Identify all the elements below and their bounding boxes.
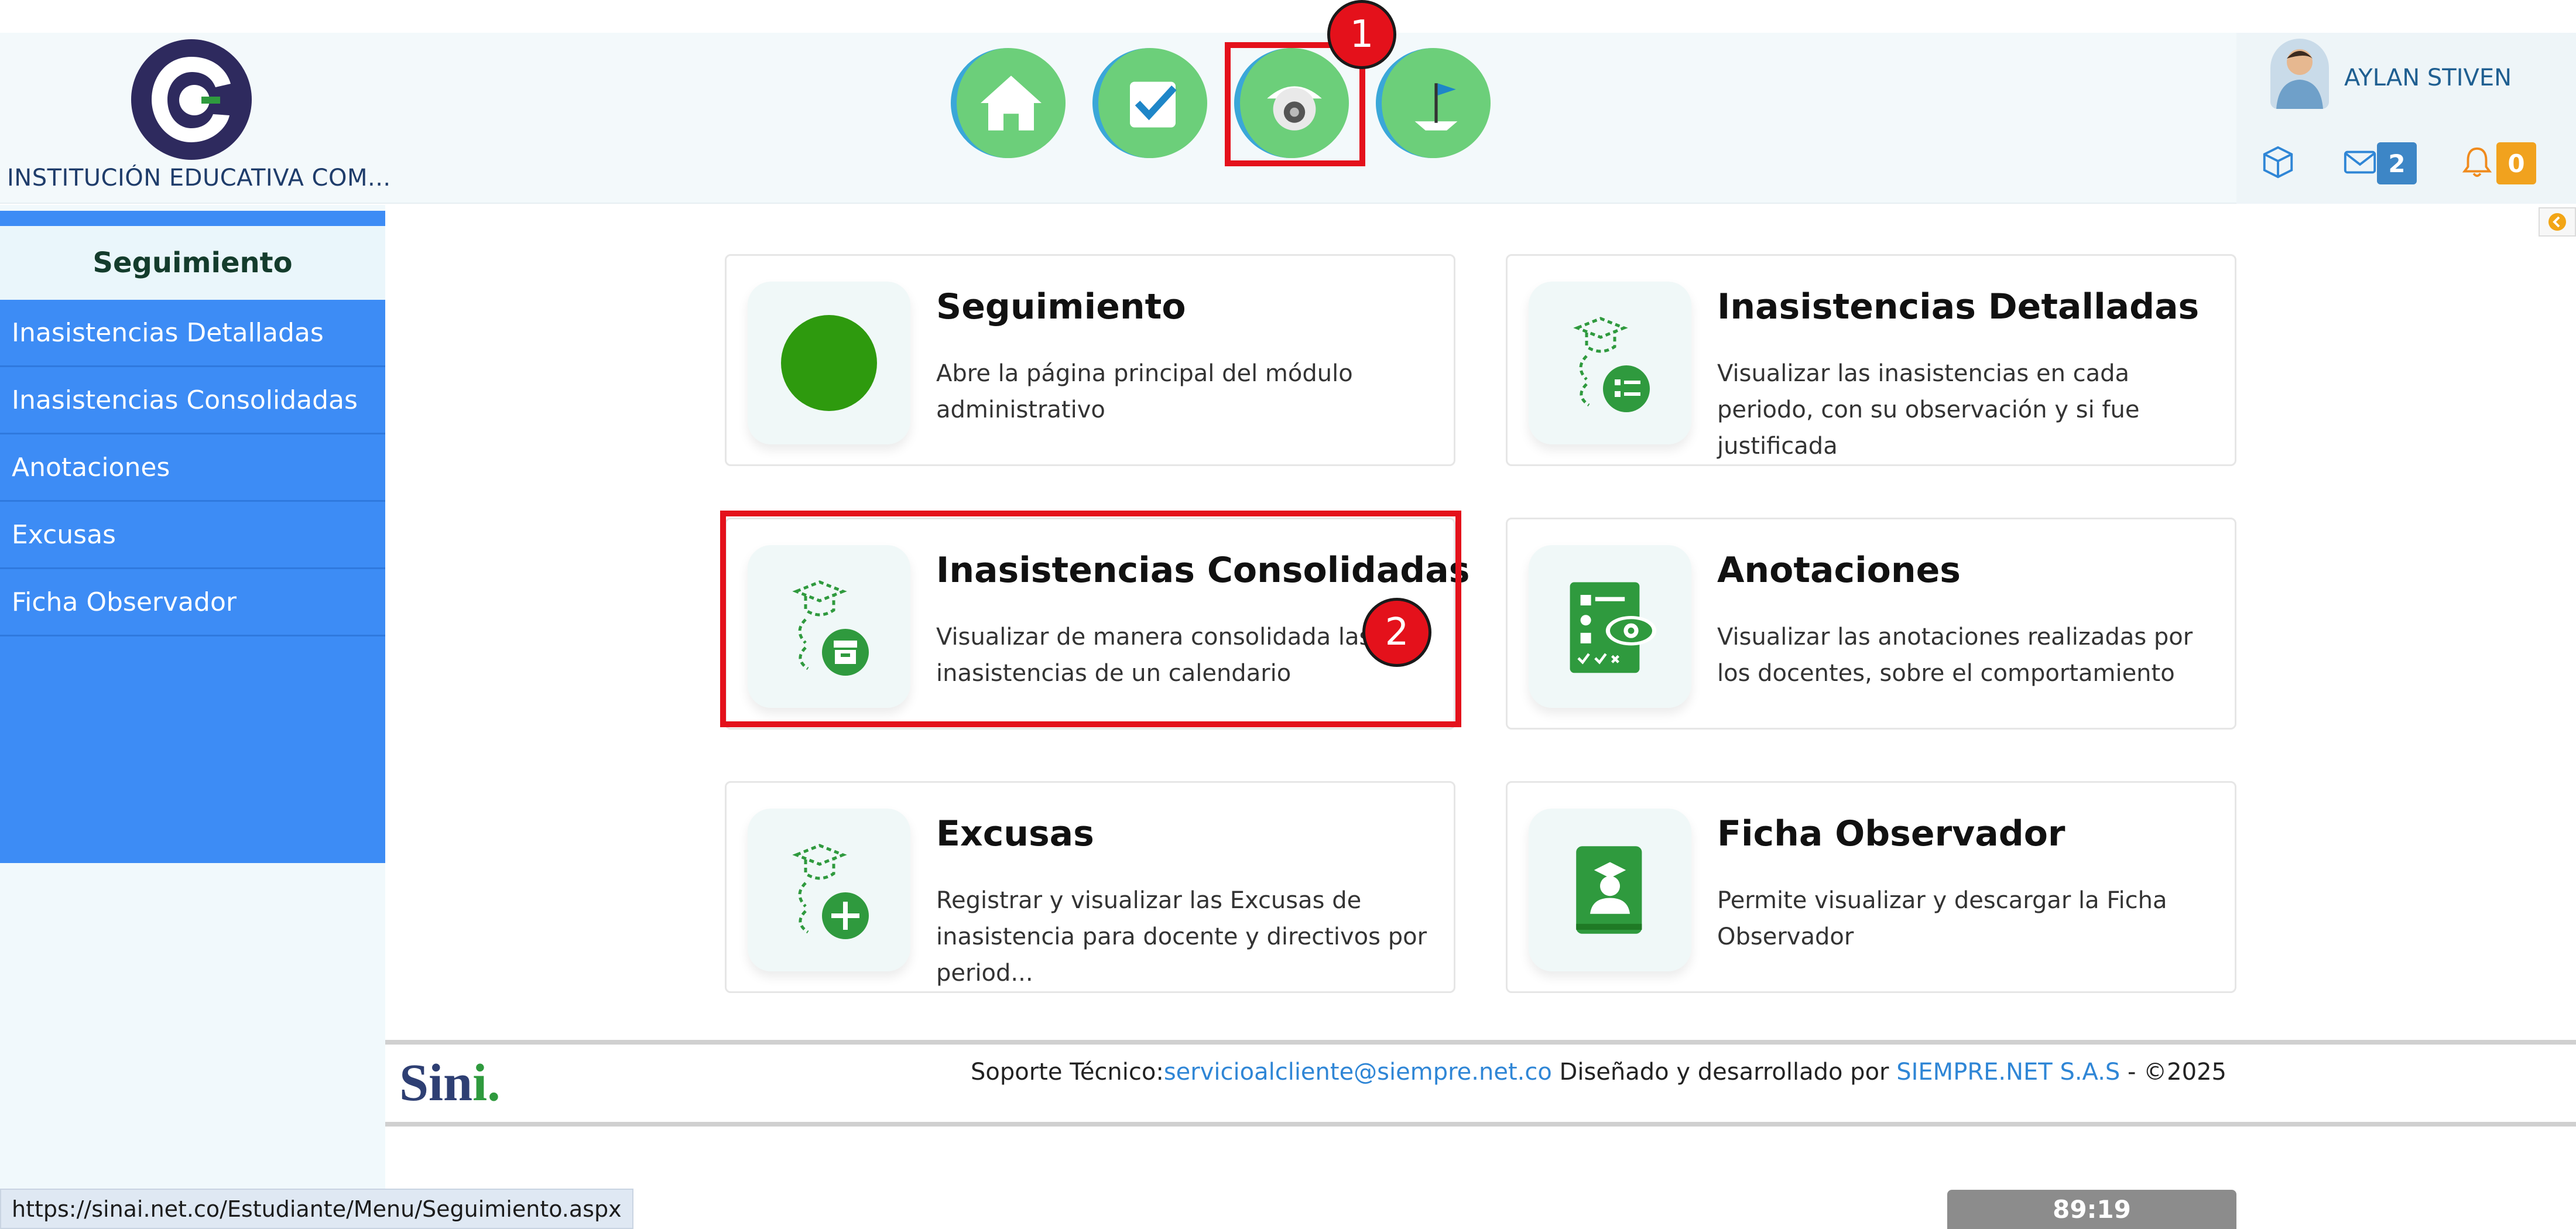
- card-title: Ficha Observador: [1717, 813, 2065, 854]
- green-circle-icon: [781, 315, 877, 411]
- card-seguimiento[interactable]: Seguimiento Abre la página principal del…: [725, 254, 1455, 466]
- card-title: Excusas: [936, 813, 1094, 854]
- card-icon-box: [1529, 809, 1691, 971]
- mail-icon[interactable]: [2342, 144, 2378, 180]
- attendance-nav-button[interactable]: [1092, 48, 1207, 158]
- cube-icon[interactable]: [2260, 144, 2296, 180]
- sidebar-item-ficha-observador[interactable]: Ficha Observador: [0, 569, 385, 636]
- card-title: Inasistencias Detalladas: [1717, 286, 2200, 327]
- card-ficha-observador[interactable]: Ficha Observador Permite visualizar y de…: [1506, 781, 2236, 993]
- student-add-icon: [792, 844, 869, 939]
- avatar[interactable]: [2270, 39, 2329, 109]
- card-title: Seguimiento: [936, 286, 1186, 327]
- institution-name: INSTITUCIÓN EDUCATIVA COM...: [7, 165, 391, 191]
- session-timer: 89:19: [1947, 1190, 2236, 1229]
- card-description: Abre la página principal del módulo admi…: [936, 360, 1353, 423]
- card-inasistencias-detalladas[interactable]: Inasistencias Detalladas Visualizar las …: [1506, 254, 2236, 466]
- sidebar-item-anotaciones[interactable]: Anotaciones: [0, 434, 385, 502]
- student-list-icon: [1573, 317, 1650, 412]
- flag-icon: [1414, 83, 1458, 131]
- institution-logo[interactable]: [131, 39, 252, 160]
- card-description: Visualizar las inasistencias en cada per…: [1717, 360, 2140, 460]
- support-label: Soporte Técnico:: [971, 1059, 1164, 1086]
- card-excusas[interactable]: Excusas Registrar y visualizar las Excus…: [725, 781, 1455, 993]
- sidebar-title[interactable]: Seguimiento: [0, 226, 385, 300]
- sidebar-item-inasistencias-detalladas[interactable]: Inasistencias Detalladas: [0, 300, 385, 367]
- status-bar-url: https://sinai.net.co/Estudiante/Menu/Seg…: [0, 1189, 633, 1229]
- card-icon-box: [1529, 545, 1691, 708]
- sidebar-top-bar: [0, 211, 385, 226]
- footer-text: Soporte Técnico:servicioalcliente@siempr…: [971, 1059, 2226, 1086]
- card-description: Registrar y visualizar las Excusas de in…: [936, 887, 1427, 987]
- sidebar: Seguimiento Inasistencias Detalladas Ina…: [0, 205, 385, 1229]
- bell-icon[interactable]: [2459, 144, 2495, 180]
- logo-suffix: i.: [472, 1054, 501, 1112]
- collapse-toggle[interactable]: [2539, 207, 2576, 237]
- card-icon-box: [748, 282, 910, 444]
- sidebar-item-inasistencias-consolidadas[interactable]: Inasistencias Consolidadas: [0, 367, 385, 434]
- card-icon-box: [1529, 282, 1691, 444]
- page: INSTITUCIÓN EDUCATIVA COM... 1 AYLAN STI…: [0, 0, 2576, 1229]
- support-email-link[interactable]: servicioalcliente@siempre.net.co: [1164, 1059, 1552, 1086]
- annotation-badge-2: 2: [1362, 598, 1431, 667]
- home-icon: [981, 76, 1042, 131]
- logo-text: Sin: [399, 1054, 473, 1112]
- annotation-badge-1: 1: [1327, 0, 1396, 69]
- card-icon-box: [748, 809, 910, 971]
- copyright-text: - ©2025: [2120, 1059, 2226, 1086]
- sidebar-item-excusas[interactable]: Excusas: [0, 502, 385, 569]
- designed-by-text: Diseñado y desarrollado por: [1551, 1059, 1897, 1086]
- checkbox-icon: [1130, 81, 1177, 128]
- notifications-badge[interactable]: 0: [2496, 142, 2536, 184]
- chevron-left-icon: [2548, 213, 2566, 231]
- notes-eye-icon: [1570, 582, 1657, 673]
- annotation-box-2: [720, 511, 1461, 727]
- card-anotaciones[interactable]: Anotaciones Visualizar las anotaciones r…: [1506, 518, 2236, 730]
- card-description: Permite visualizar y descargar la Ficha …: [1717, 887, 2167, 950]
- company-link[interactable]: SIEMPRE.NET S.A.S: [1896, 1059, 2120, 1086]
- sidebar-menu: Inasistencias Detalladas Inasistencias C…: [0, 300, 385, 863]
- goals-nav-button[interactable]: [1376, 48, 1491, 158]
- card-title: Anotaciones: [1717, 550, 1961, 591]
- home-nav-button[interactable]: [951, 48, 1066, 158]
- student-book-icon: [1576, 846, 1642, 934]
- user-name[interactable]: AYLAN STIVEN: [2344, 64, 2512, 91]
- footer: Sini. Soporte Técnico:servicioalcliente@…: [385, 1040, 2576, 1127]
- card-description: Visualizar las anotaciones realizadas po…: [1717, 624, 2193, 687]
- sinai-logo[interactable]: Sini.: [399, 1053, 501, 1113]
- messages-badge[interactable]: 2: [2377, 142, 2417, 184]
